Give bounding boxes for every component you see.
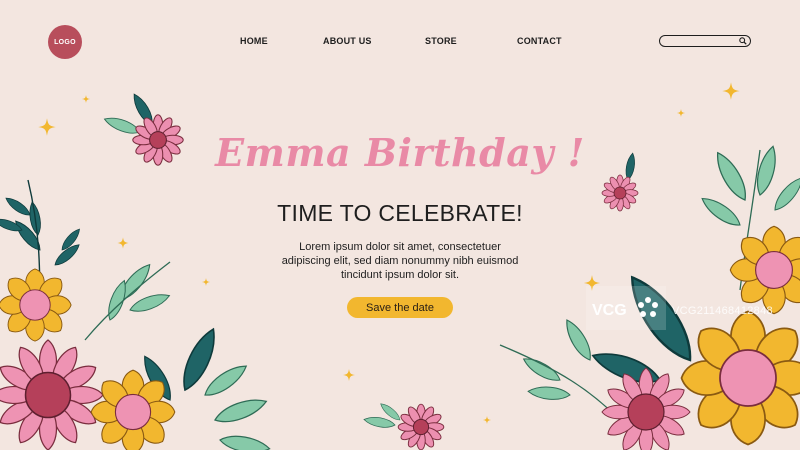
hero-headline: Emma Birthday ! [215,130,585,175]
hero-subheadline: TIME TO CELEBRATE! [277,200,523,226]
save-the-date-button[interactable]: Save the date [347,297,453,318]
body-line: tincidunt ipsum dolor sit. [341,269,459,281]
body-line: Lorem ipsum dolor sit amet, consectetuer [299,241,501,253]
watermark-logo: VCG [586,286,666,330]
body-line: adipiscing elit, sed diam nonummy nibh e… [281,255,519,267]
watermark-brand: VCG [592,302,627,319]
hero-body-text: Lorem ipsum dolor sit amet, consectetuer… [250,240,550,282]
watermark-id: VCG211468412848 [672,305,773,317]
bottom-center-flower [362,400,445,450]
